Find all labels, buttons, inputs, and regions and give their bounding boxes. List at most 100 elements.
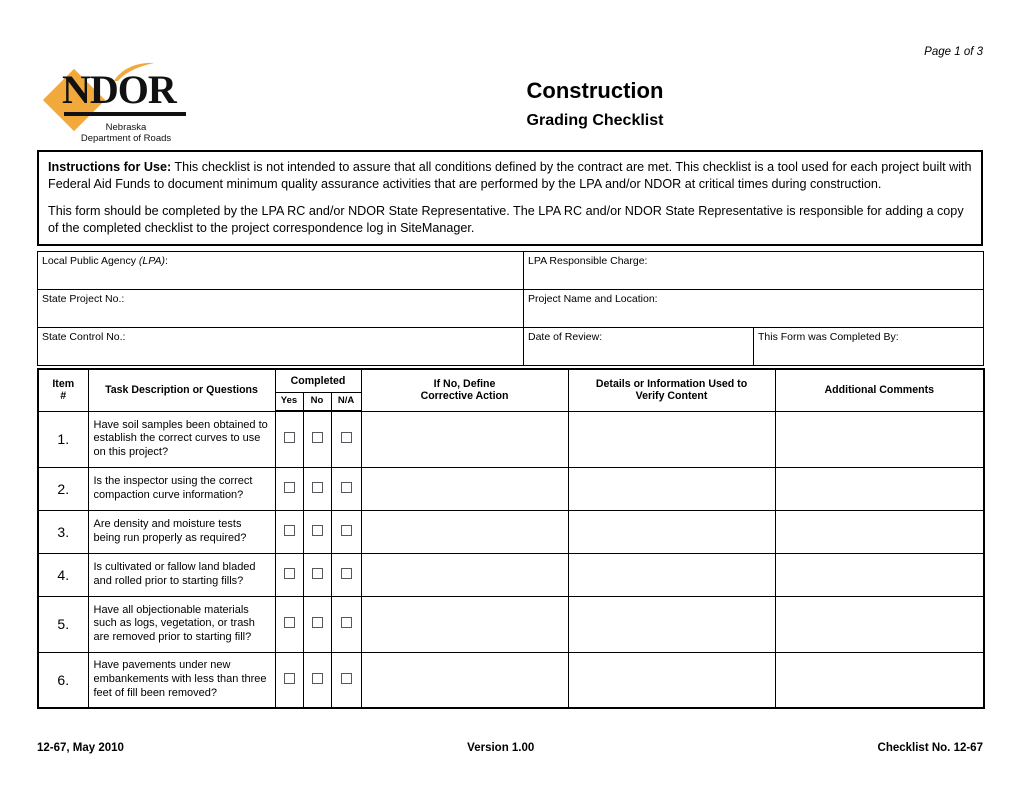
row-corrective-action-cell[interactable] — [360, 595, 569, 653]
row-comments-cell[interactable] — [774, 552, 985, 597]
row-checkbox-cell-na[interactable] — [330, 466, 362, 511]
page-number: Page 1 of 3 — [924, 46, 983, 58]
row-checkbox-cell-no[interactable] — [302, 410, 332, 468]
field-lpa-responsible-charge[interactable]: LPA Responsible Charge: — [523, 251, 984, 290]
checkbox-no-icon[interactable] — [311, 672, 323, 684]
field-form-completed-by[interactable]: This Form was Completed By: — [753, 327, 984, 366]
row-task-description: Have pavements under new embankements wi… — [87, 651, 276, 709]
checklist-body: 1. Have soil samples been obtained to est… — [37, 410, 985, 709]
project-info-table: Local Public Agency (LPA): LPA Responsib… — [37, 251, 984, 366]
row-checkbox-cell-no[interactable] — [302, 466, 332, 511]
row-checkbox-cell-na[interactable] — [330, 552, 362, 597]
row-checkbox-cell-na[interactable] — [330, 509, 362, 554]
row-details-cell[interactable] — [567, 509, 776, 554]
row-corrective-action-cell[interactable] — [360, 552, 569, 597]
info-row-control: State Control No.: Date of Review: This … — [37, 327, 984, 366]
table-row: 5. Have all objectionable materials such … — [37, 595, 985, 653]
row-comments-cell[interactable] — [774, 509, 985, 554]
field-label: Local Public Agency — [42, 255, 139, 267]
field-state-control-no[interactable]: State Control No.: — [37, 327, 524, 366]
checkbox-na-icon[interactable] — [340, 567, 352, 579]
row-checkbox-cell-yes[interactable] — [274, 552, 304, 597]
row-comments-cell[interactable] — [774, 651, 985, 709]
checkbox-na-icon[interactable] — [340, 432, 352, 444]
row-checkbox-cell-yes[interactable] — [274, 595, 304, 653]
row-details-cell[interactable] — [567, 410, 776, 468]
footer-left: 12-67, May 2010 — [37, 742, 124, 754]
checkbox-yes-icon[interactable] — [283, 524, 295, 536]
column-header-task: Task Description or Questions — [87, 368, 276, 412]
instructions-lead-label: Instructions for Use: — [48, 160, 172, 174]
row-checkbox-cell-na[interactable] — [330, 595, 362, 653]
field-state-project-no[interactable]: State Project No.: — [37, 289, 524, 328]
info-row-agency: Local Public Agency (LPA): LPA Responsib… — [37, 251, 984, 290]
row-comments-cell[interactable] — [774, 410, 985, 468]
instructions-paragraph-1: Instructions for Use: This checklist is … — [48, 159, 972, 192]
row-checkbox-cell-yes[interactable] — [274, 466, 304, 511]
row-checkbox-cell-no[interactable] — [302, 595, 332, 653]
checkbox-no-icon[interactable] — [311, 432, 323, 444]
row-item-number: 2. — [37, 466, 89, 511]
checkbox-yes-icon[interactable] — [283, 567, 295, 579]
row-task-description: Is cultivated or fallow land bladed and … — [87, 552, 276, 597]
row-checkbox-cell-na[interactable] — [330, 410, 362, 468]
checklist-header-row-1: Item # Task Description or Questions Com… — [37, 368, 985, 412]
checkbox-no-icon[interactable] — [311, 567, 323, 579]
field-label: Date of Review: — [528, 331, 603, 343]
row-corrective-action-cell[interactable] — [360, 509, 569, 554]
column-header-details: Details or Information Used to Verify Co… — [567, 368, 776, 412]
column-header-item-line2: # — [60, 390, 67, 403]
checkbox-no-icon[interactable] — [311, 481, 323, 493]
row-item-number: 1. — [37, 410, 89, 468]
row-checkbox-cell-no[interactable] — [302, 552, 332, 597]
column-header-corrective-line1: If No, Define — [433, 378, 496, 391]
row-comments-cell[interactable] — [774, 595, 985, 653]
logo-mark: NDOR — [42, 62, 206, 132]
row-checkbox-cell-na[interactable] — [330, 651, 362, 709]
row-details-cell[interactable] — [567, 651, 776, 709]
page-footer: 12-67, May 2010 Version 1.00 Checklist N… — [37, 742, 983, 754]
checkbox-no-icon[interactable] — [311, 617, 323, 628]
field-label: This Form was Completed By: — [758, 331, 899, 343]
row-task-description: Are density and moisture tests being run… — [87, 509, 276, 554]
checkbox-na-icon[interactable] — [340, 524, 352, 536]
checkbox-na-icon[interactable] — [340, 617, 352, 628]
row-corrective-action-cell[interactable] — [360, 651, 569, 709]
row-details-cell[interactable] — [567, 466, 776, 511]
checkbox-yes-icon[interactable] — [283, 617, 295, 628]
field-project-name-location[interactable]: Project Name and Location: — [523, 289, 984, 328]
row-item-number: 4. — [37, 552, 89, 597]
field-label: LPA Responsible Charge: — [528, 255, 648, 267]
table-row: 3. Are density and moisture tests being r… — [37, 509, 985, 554]
row-corrective-action-cell[interactable] — [360, 410, 569, 468]
page-subtitle: Grading Checklist — [526, 112, 664, 129]
row-details-cell[interactable] — [567, 595, 776, 653]
table-row: 4. Is cultivated or fallow land bladed an… — [37, 552, 985, 597]
row-task-description: Have all objectionable materials such as… — [87, 595, 276, 653]
row-checkbox-cell-no[interactable] — [302, 651, 332, 709]
row-corrective-action-cell[interactable] — [360, 466, 569, 511]
logo-state-label: Nebraska — [105, 122, 147, 133]
checkbox-yes-icon[interactable] — [283, 481, 295, 493]
checkbox-no-icon[interactable] — [311, 524, 323, 536]
field-label: State Control No.: — [42, 331, 126, 343]
field-label: Project Name and Location: — [528, 293, 658, 305]
row-task-description: Is the inspector using the correct compa… — [87, 466, 276, 511]
row-item-number: 3. — [37, 509, 89, 554]
row-comments-cell[interactable] — [774, 466, 985, 511]
instructions-box: Instructions for Use: This checklist is … — [37, 150, 983, 246]
field-local-public-agency[interactable]: Local Public Agency (LPA): — [37, 251, 524, 290]
row-checkbox-cell-yes[interactable] — [274, 509, 304, 554]
row-checkbox-cell-no[interactable] — [302, 509, 332, 554]
row-checkbox-cell-yes[interactable] — [274, 651, 304, 709]
checkbox-yes-icon[interactable] — [283, 432, 295, 444]
row-task-description: Have soil samples been obtained to estab… — [87, 410, 276, 468]
checkbox-na-icon[interactable] — [340, 672, 352, 684]
checkbox-na-icon[interactable] — [340, 481, 352, 493]
field-date-of-review[interactable]: Date of Review: — [523, 327, 754, 366]
row-item-number: 6. — [37, 651, 89, 709]
row-checkbox-cell-yes[interactable] — [274, 410, 304, 468]
logo-department-label: Department of Roads — [80, 133, 172, 144]
checkbox-yes-icon[interactable] — [283, 672, 295, 684]
row-details-cell[interactable] — [567, 552, 776, 597]
